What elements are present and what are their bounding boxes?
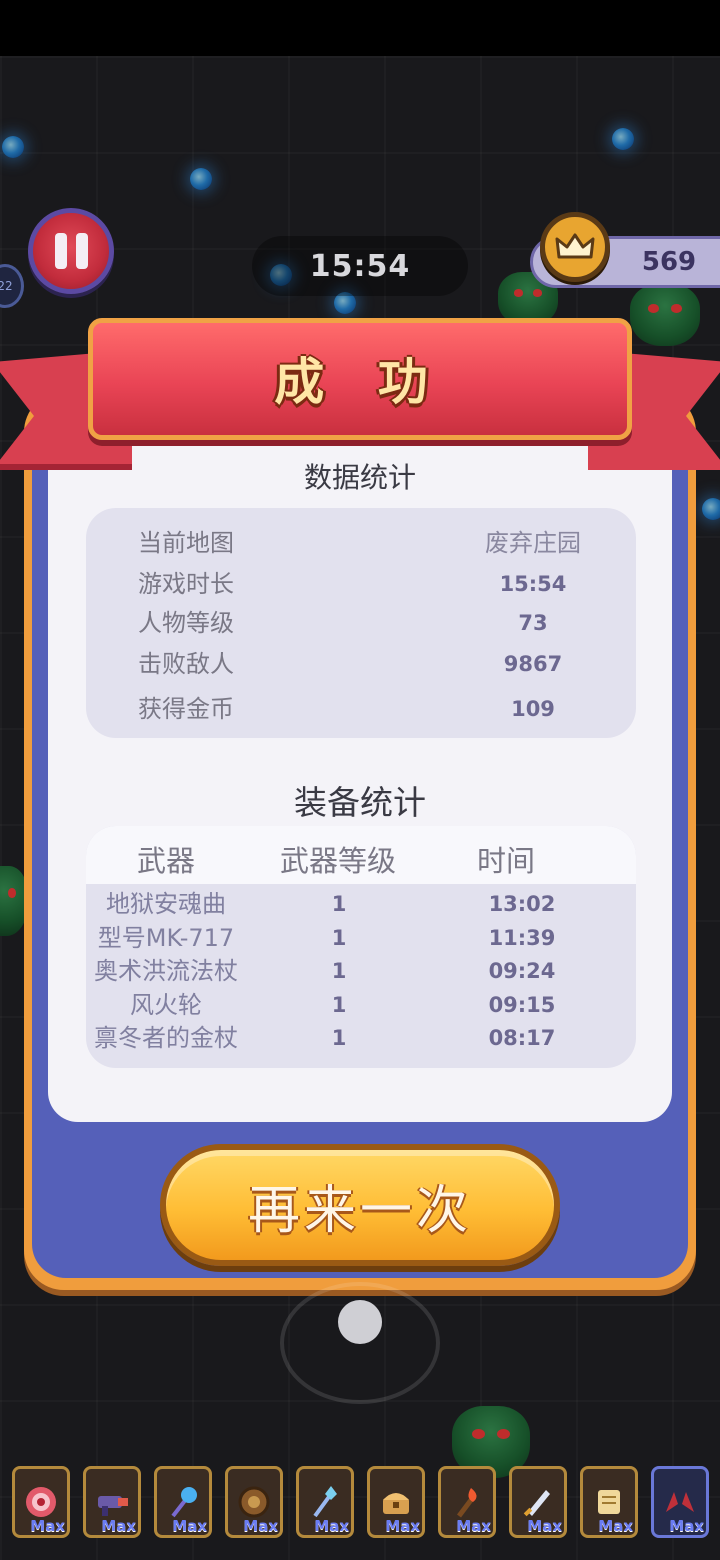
weapon-name: 地狱安魂曲	[106, 890, 226, 918]
weapon-level: 1	[331, 959, 347, 983]
weapon-name: 型号MK-717	[97, 924, 235, 952]
max-badge: Max	[30, 1517, 65, 1535]
result-title: 成 功	[274, 353, 446, 411]
spiked-shield-icon	[238, 1486, 270, 1518]
target-ring-icon	[26, 1487, 56, 1517]
equipment-row: 禀冬者的金杖 1 08:17	[86, 1021, 636, 1055]
crystal-staff-icon	[313, 1486, 337, 1518]
skill-slot[interactable]: Max	[580, 1466, 638, 1538]
max-badge: Max	[172, 1517, 207, 1535]
stats-section-title: 数据统计	[303, 461, 416, 494]
xp-orb	[2, 136, 24, 158]
xp-orb	[612, 128, 634, 150]
stat-label: 当前地图	[138, 529, 234, 557]
skill-slot[interactable]: Max	[154, 1466, 212, 1538]
max-badge: Max	[243, 1517, 278, 1535]
stat-label: 击败敌人	[138, 650, 234, 678]
skill-slot[interactable]: Max	[296, 1466, 354, 1538]
equipment-row: 奥术洪流法杖 1 09:24	[86, 954, 636, 988]
stat-label: 获得金币	[138, 695, 234, 723]
orb-staff-icon	[171, 1487, 197, 1518]
max-badge: Max	[314, 1517, 349, 1535]
equipment-row: 型号MK-717 1 11:39	[86, 921, 636, 955]
max-badge: Max	[598, 1517, 633, 1535]
equipment-row: 风火轮 1 09:15	[86, 988, 636, 1022]
skill-slot[interactable]: Max	[367, 1466, 425, 1538]
status-bar	[0, 0, 720, 56]
equipment-section-title: 装备统计	[294, 783, 426, 822]
game-timer: 15:54	[252, 236, 468, 296]
max-badge: Max	[527, 1517, 562, 1535]
twin-claws-icon	[666, 1492, 694, 1512]
blaster-icon	[98, 1496, 128, 1516]
torch-icon	[457, 1488, 477, 1518]
coin-count: 569	[641, 247, 697, 277]
stat-label: 人物等级	[138, 609, 234, 637]
stat-value: 109	[511, 697, 555, 721]
xp-orb	[702, 498, 720, 520]
column-header-weapon-level: 武器等级	[279, 844, 396, 878]
skill-slot[interactable]: Max	[83, 1466, 141, 1538]
weapon-level: 1	[331, 1026, 347, 1050]
pause-icon	[54, 233, 67, 269]
stat-row: 人物等级 73	[86, 605, 636, 641]
pause-button[interactable]	[28, 208, 114, 294]
stat-label: 游戏时长	[138, 570, 234, 598]
weapon-name: 奥术洪流法杖	[94, 957, 238, 985]
sword-icon	[523, 1490, 550, 1517]
scroll-icon	[598, 1490, 620, 1514]
stat-row: 游戏时长 15:54	[86, 566, 636, 602]
joystick-knob[interactable]	[338, 1300, 382, 1344]
stat-value: 废弃庄园	[485, 529, 581, 557]
weapon-time: 08:17	[488, 1026, 556, 1050]
pause-icon	[75, 233, 88, 269]
weapon-name: 禀冬者的金杖	[94, 1024, 238, 1052]
equipment-row: 地狱安魂曲 1 13:02	[86, 887, 636, 921]
weapon-time: 13:02	[488, 892, 556, 916]
skill-slot[interactable]: Max	[509, 1466, 567, 1538]
treasure-chest-icon	[383, 1493, 409, 1514]
goblin-enemy	[630, 284, 700, 346]
stat-row: 击败敌人 9867	[86, 646, 636, 682]
weapon-name: 风火轮	[130, 991, 202, 1019]
column-header-time: 时间	[476, 844, 535, 878]
max-badge: Max	[385, 1517, 420, 1535]
weapon-level: 1	[331, 892, 347, 916]
xp-orb	[190, 168, 212, 190]
play-again-button[interactable]: 再来一次	[160, 1144, 560, 1266]
max-badge: Max	[669, 1517, 704, 1535]
weapon-level: 1	[331, 926, 347, 950]
column-header-weapon: 武器	[136, 844, 195, 878]
stat-row: 当前地图 废弃庄园	[86, 525, 636, 561]
skill-slot[interactable]: Max	[225, 1466, 283, 1538]
skill-slot[interactable]: Max	[12, 1466, 70, 1538]
weapon-time: 09:24	[488, 959, 556, 983]
weapon-time: 11:39	[488, 926, 556, 950]
stat-value: 73	[518, 611, 548, 635]
stat-row: 获得金币 109	[86, 691, 636, 727]
crown-icon	[555, 233, 595, 259]
crown-badge	[540, 212, 610, 282]
max-badge: Max	[101, 1517, 136, 1535]
max-badge: Max	[456, 1517, 491, 1535]
stat-value: 15:54	[499, 572, 567, 596]
weapon-time: 09:15	[488, 993, 556, 1017]
weapon-level: 1	[331, 993, 347, 1017]
skill-slot[interactable]: Max	[651, 1466, 709, 1538]
stat-value: 9867	[503, 652, 563, 676]
skill-slot[interactable]: Max	[438, 1466, 496, 1538]
